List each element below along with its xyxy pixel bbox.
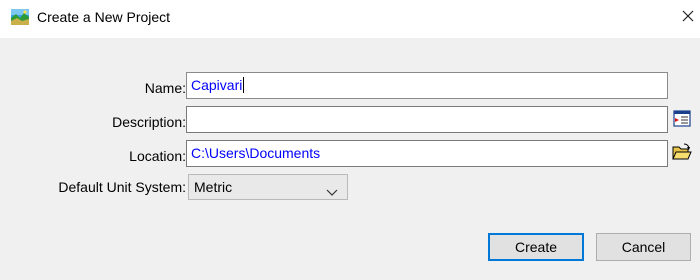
open-folder-icon: [672, 143, 692, 164]
description-field[interactable]: [186, 106, 668, 133]
browse-folder-button[interactable]: [671, 142, 693, 164]
text-cursor: [243, 77, 245, 93]
chevron-down-icon: [326, 181, 338, 196]
location-label: Location:: [129, 148, 186, 164]
create-button[interactable]: Create: [488, 233, 584, 261]
window-title: Create a New Project: [37, 9, 171, 25]
description-editor-button[interactable]: [671, 109, 693, 131]
close-button[interactable]: [678, 5, 698, 29]
location-field[interactable]: C:\Users\Documents: [186, 140, 668, 167]
name-field[interactable]: Capivari: [186, 72, 668, 99]
landscape-app-icon: [11, 9, 29, 25]
unit-system-label: Default Unit System:: [58, 179, 186, 195]
description-label: Description:: [112, 114, 186, 130]
unit-system-value: Metric: [194, 179, 233, 195]
location-value: C:\Users\Documents: [191, 145, 321, 161]
close-icon: [682, 9, 694, 25]
name-label: Name:: [144, 80, 186, 96]
title-bar: Create a New Project: [0, 0, 700, 38]
unit-system-select[interactable]: Metric: [188, 174, 348, 200]
cancel-button[interactable]: Cancel: [596, 233, 691, 261]
dialog-body: Name: Capivari Description: Location: C:…: [0, 38, 700, 280]
text-editor-icon: [673, 110, 691, 130]
name-value: Capivari: [191, 77, 243, 93]
